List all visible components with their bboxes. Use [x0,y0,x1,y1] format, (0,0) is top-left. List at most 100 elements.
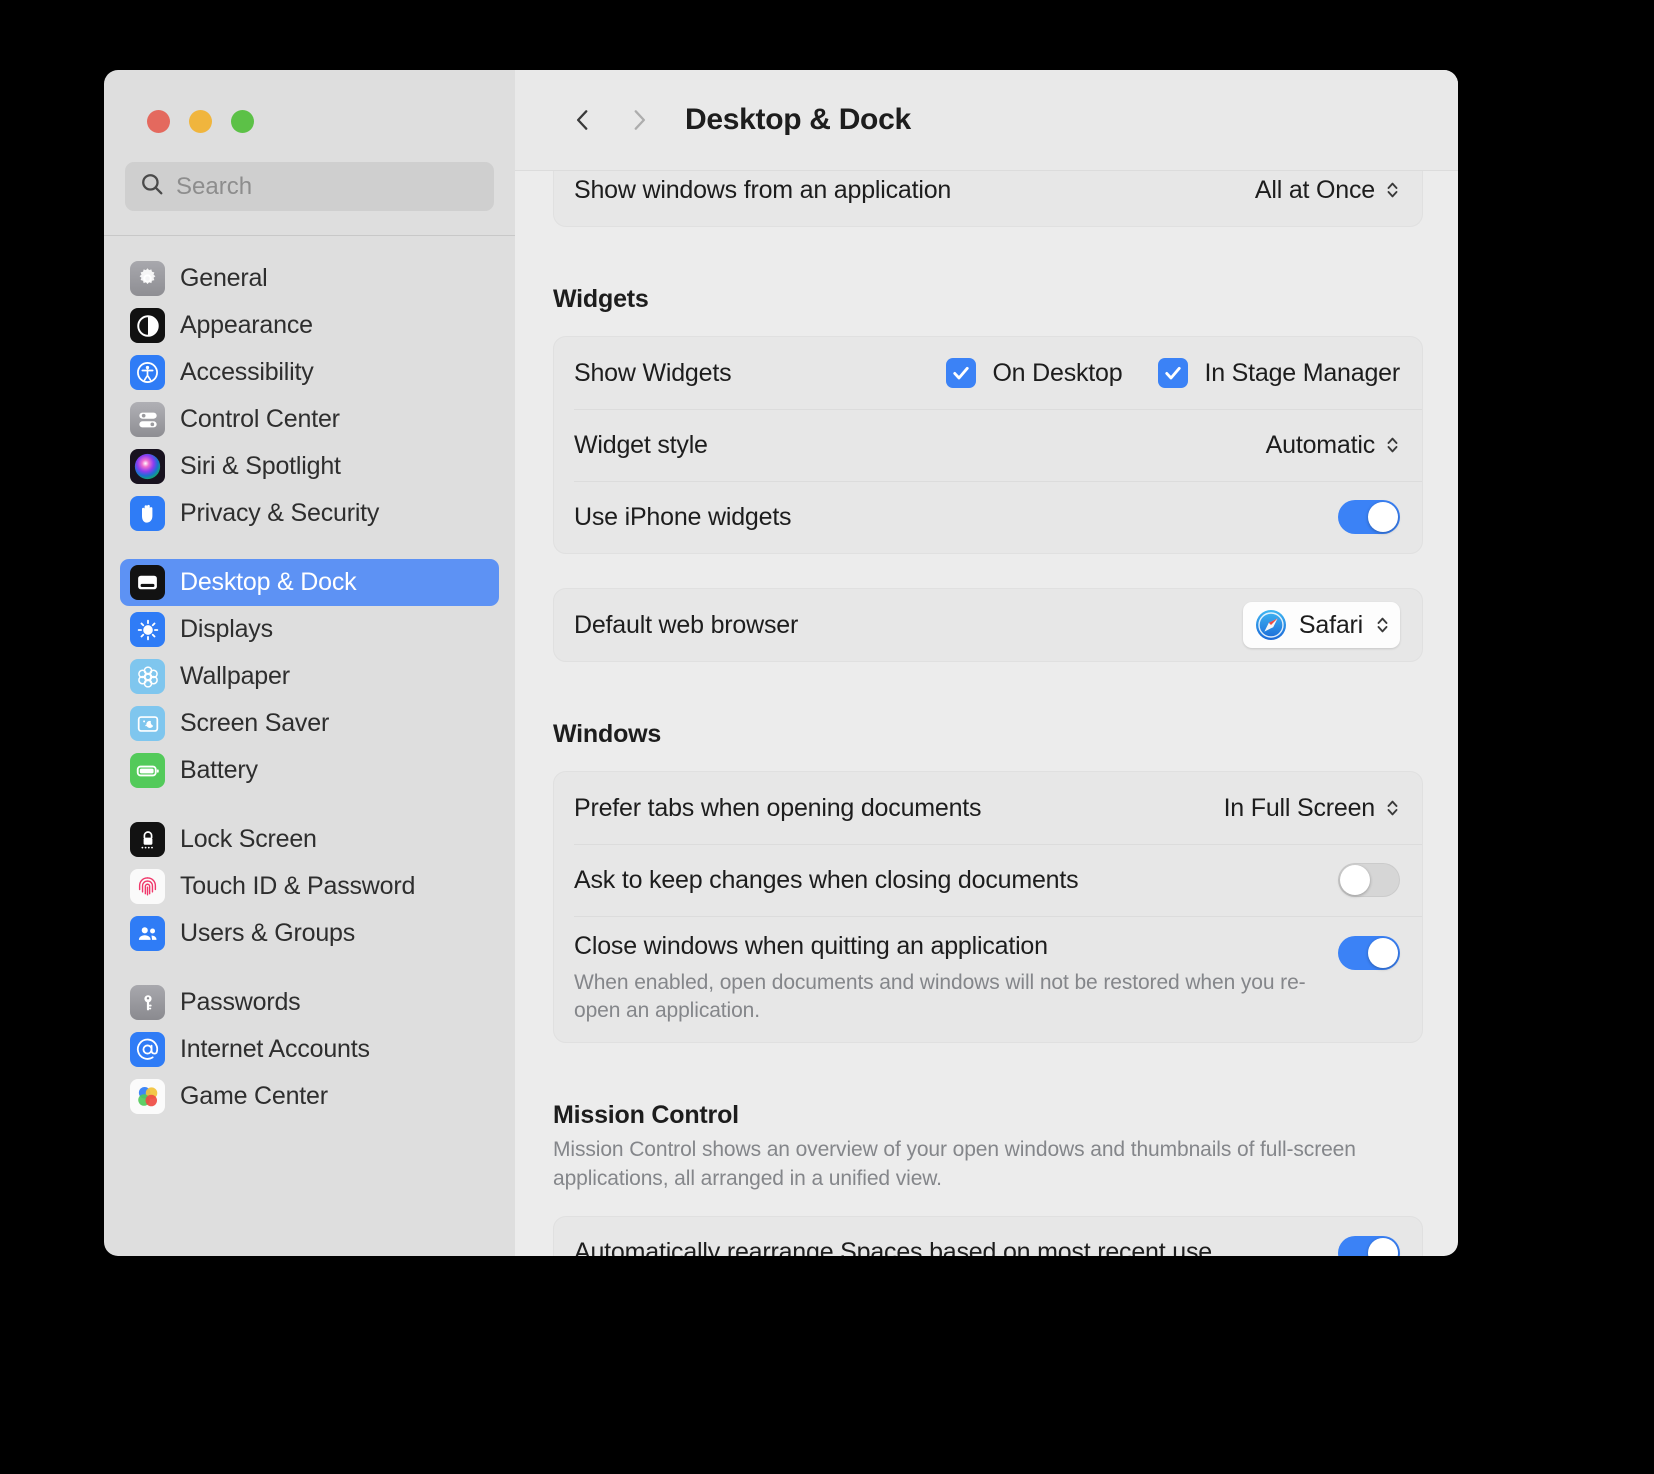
back-button[interactable] [555,92,611,148]
popup-value: All at Once [1254,175,1375,204]
control-center-icon [130,402,165,437]
toggle-knob [1340,865,1370,895]
widget-style-popup[interactable]: Automatic [1266,431,1400,460]
checkbox-on-desktop[interactable]: On Desktop [946,358,1123,388]
row-widget-style[interactable]: Widget style Automatic [554,409,1422,481]
sidebar-group-4: Passwords Internet Accounts Game Center [120,979,499,1120]
sidebar-item-touch-id-password[interactable]: Touch ID & Password [120,863,499,910]
sidebar-item-privacy-security[interactable]: Privacy & Security [120,490,499,537]
window-controls [104,70,515,133]
desktop-dock-icon [130,565,165,600]
popup-value: Safari [1298,610,1363,639]
sidebar-item-internet-accounts[interactable]: Internet Accounts [120,1026,499,1073]
row-close-windows-when-quitting[interactable]: Close windows when quitting an applicati… [554,916,1422,1042]
sidebar-item-screen-saver[interactable]: Screen Saver [120,700,499,747]
toggle-close-windows-when-quitting[interactable] [1338,936,1400,970]
row-label: Use iPhone widgets [574,502,792,531]
sidebar-item-label: Touch ID & Password [180,872,416,900]
checkbox-icon[interactable] [1158,358,1189,388]
toggle-knob [1368,1237,1398,1256]
sidebar-item-siri-spotlight[interactable]: Siri & Spotlight [120,443,499,490]
sidebar-item-displays[interactable]: Displays [120,606,499,653]
accessibility-icon [130,355,165,390]
row-ask-to-keep-changes[interactable]: Ask to keep changes when closing documen… [554,844,1422,916]
sidebar-item-label: Users & Groups [180,919,356,947]
sidebar-item-wallpaper[interactable]: Wallpaper [120,653,499,700]
chevron-updown-icon [1375,614,1390,636]
group-mission-control: Automatically rearrange Spaces based on … [553,1215,1423,1256]
row-label: Automatically rearrange Spaces based on … [574,1238,1212,1256]
safari-icon [1255,609,1287,641]
sidebar-item-passwords[interactable]: Passwords [120,979,499,1026]
gear-icon [130,261,165,296]
sidebar-item-label: Passwords [180,988,301,1016]
row-label: Close windows when quitting an applicati… [574,932,1048,960]
search-icon [139,171,165,202]
row-auto-rearrange-spaces[interactable]: Automatically rearrange Spaces based on … [554,1217,1422,1256]
close-button[interactable] [147,110,170,133]
zoom-button[interactable] [231,110,254,133]
checkbox-icon[interactable] [946,358,977,388]
chevron-updown-icon [1385,434,1400,456]
row-default-web-browser[interactable]: Default web browser Safari [554,589,1422,661]
sidebar-group-3: Lock Screen Touch ID & Password Users & … [120,816,499,957]
popup-value: In Full Screen [1223,793,1376,822]
row-label: Prefer tabs when opening documents [574,793,982,822]
sidebar-group-1: General Appearance Accessibility Control… [120,255,499,537]
sidebar-item-label: Appearance [180,311,313,339]
checkbox-label: On Desktop [992,358,1123,387]
key-icon [130,985,165,1020]
toggle-knob [1368,938,1398,968]
row-label: Default web browser [574,610,799,639]
sidebar-item-desktop-dock[interactable]: Desktop & Dock [120,559,499,606]
sidebar-item-label: General [180,264,268,292]
forward-button[interactable] [611,92,667,148]
row-show-widgets[interactable]: Show Widgets On Desktop In Stage Manager [554,337,1422,409]
fingerprint-icon [130,869,165,904]
default-browser-popup[interactable]: Safari [1242,602,1400,648]
sidebar-item-game-center[interactable]: Game Center [120,1073,499,1120]
sidebar-item-users-groups[interactable]: Users & Groups [120,910,499,957]
sidebar-item-lock-screen[interactable]: Lock Screen [120,816,499,863]
show-windows-popup[interactable]: All at Once [1255,176,1400,205]
sidebar-item-accessibility[interactable]: Accessibility [120,349,499,396]
search-input[interactable] [176,172,480,201]
sidebar-item-label: Internet Accounts [180,1035,370,1063]
sidebar-item-general[interactable]: General [120,255,499,302]
sidebar-item-label: Desktop & Dock [180,568,357,596]
checkbox-in-stage-manager[interactable]: In Stage Manager [1158,358,1400,388]
row-prefer-tabs[interactable]: Prefer tabs when opening documents In Fu… [554,772,1422,844]
sidebar-item-appearance[interactable]: Appearance [120,302,499,349]
sidebar-item-label: Displays [180,615,273,643]
row-text-block: Close windows when quitting an applicati… [574,916,1334,1042]
system-settings-window: General Appearance Accessibility [104,70,1458,1256]
section-title-mission-control: Mission Control [553,1100,739,1129]
sidebar-item-label: Screen Saver [180,709,330,737]
detail-pane: Desktop & Dock Show windows from an appl… [515,70,1458,1256]
sidebar-item-control-center[interactable]: Control Center [120,396,499,443]
row-use-iphone-widgets[interactable]: Use iPhone widgets [554,481,1422,553]
minimize-button[interactable] [189,110,212,133]
lock-icon [130,822,165,857]
search-container [104,133,515,211]
chevron-updown-icon [1385,797,1400,819]
row-description: When enabled, open documents and windows… [574,971,1306,1023]
hand-icon [130,496,165,531]
toolbar: Desktop & Dock [515,70,1458,171]
users-icon [130,916,165,951]
section-title-windows: Windows [553,720,662,748]
sidebar: General Appearance Accessibility [104,70,515,1256]
appearance-icon [130,308,165,343]
sidebar-item-battery[interactable]: Battery [120,747,499,794]
search-box[interactable] [125,162,494,211]
at-sign-icon [130,1032,165,1067]
row-label: Widget style [574,430,708,459]
prefer-tabs-popup[interactable]: In Full Screen [1224,794,1400,823]
toggle-use-iphone-widgets[interactable] [1338,500,1400,534]
toggle-auto-rearrange-spaces[interactable] [1338,1235,1400,1256]
chevron-updown-icon [1385,179,1400,201]
row-label: Ask to keep changes when closing documen… [574,865,1079,894]
settings-content: Show windows from an application All at … [515,171,1458,1256]
row-show-windows-from-application[interactable]: Show windows from an application All at … [554,171,1422,226]
toggle-ask-to-keep-changes[interactable] [1338,863,1400,897]
